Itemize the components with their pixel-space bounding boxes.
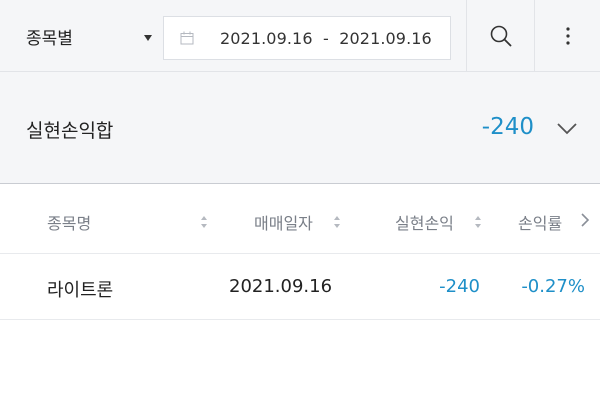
date-range-picker[interactable]: 2021.09.16 - 2021.09.16 [163, 16, 451, 60]
chevron-right-icon[interactable] [580, 213, 590, 227]
column-header-pnl[interactable]: 실현손익 [395, 210, 454, 234]
sort-icon[interactable] [200, 215, 208, 229]
more-vertical-icon [565, 27, 570, 45]
table-row[interactable]: 라이트론 2021.09.16 -240 -0.27% [0, 254, 600, 320]
caret-down-icon [144, 35, 152, 41]
sort-icon[interactable] [333, 215, 341, 229]
summary-title: 실현손익합 [26, 120, 114, 142]
realized-pnl-summary: 실현손익합 -240 [0, 72, 600, 184]
column-header-name[interactable]: 종목명 [47, 210, 91, 234]
column-header-rate[interactable]: 손익률 [518, 210, 562, 234]
table-header: 종목명 매매일자 실현손익 손익률 [0, 186, 600, 254]
chevron-down-icon[interactable] [556, 122, 578, 136]
column-header-date[interactable]: 매매일자 [254, 210, 313, 234]
search-icon [490, 25, 511, 47]
category-select[interactable]: 종목별 [0, 0, 162, 72]
filter-bar: 종목별 2021.09.16 - 2021.09.16 [0, 0, 600, 72]
date-range-text: 2021.09.16 - 2021.09.16 [220, 29, 432, 48]
category-select-label: 종목별 [26, 28, 73, 49]
sort-icon[interactable] [474, 215, 482, 229]
cell-trade-date: 2021.09.16 [229, 276, 333, 297]
more-options-button[interactable] [534, 0, 600, 72]
cell-pnl-rate: -0.27% [521, 276, 585, 297]
cell-stock-name: 라이트론 [47, 280, 114, 301]
cell-realized-pnl: -240 [439, 276, 480, 297]
search-button[interactable] [466, 0, 534, 72]
calendar-icon [180, 31, 194, 45]
summary-value: -240 [481, 114, 534, 140]
